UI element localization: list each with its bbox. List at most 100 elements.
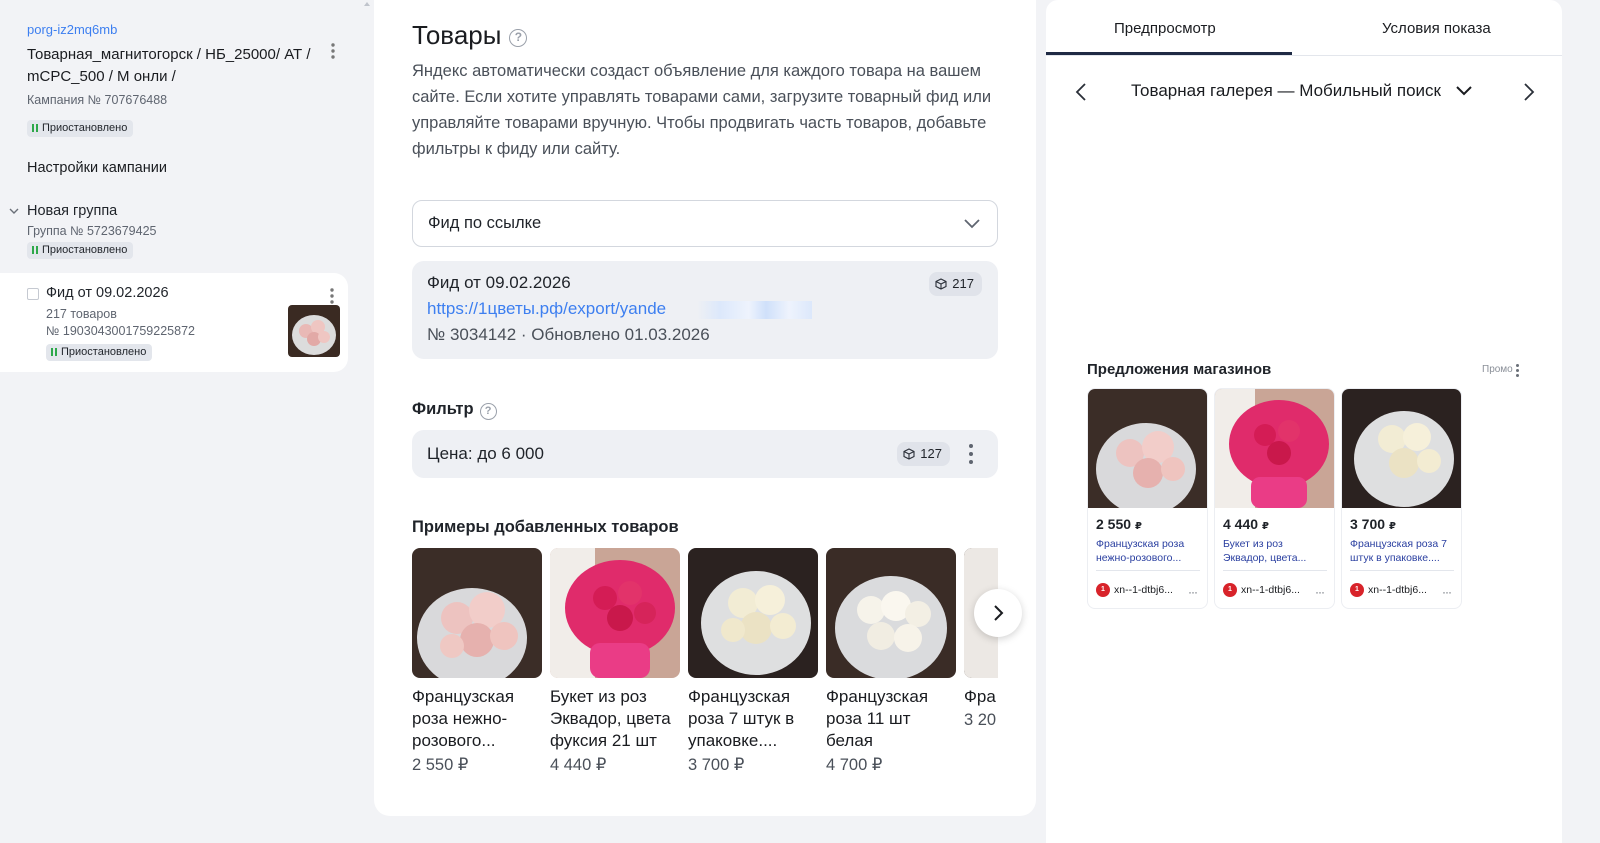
offer-more-icon[interactable]: ··· [1442,585,1452,599]
chevron-right-icon [994,605,1004,621]
feed-title: Фид от 09.02.2026 [427,273,571,292]
divider [1096,570,1200,571]
product-name: Французская роза 11 шт белая [826,687,929,750]
offer-price: 4 440 ₽ [1223,516,1269,532]
offer-price-value: 4 440 [1223,516,1259,532]
divider [1350,570,1454,571]
feed-status-badge: Приостановлено [46,344,153,361]
product-source-value: Фид по ссылке [428,214,542,232]
products-panel: Товары? Яндекс автоматически создаст объ… [374,0,1036,816]
shop-logo-icon: 1 [1096,583,1110,597]
redacted-url-region [697,301,812,319]
filter-product-count-badge: 127 [897,442,950,466]
examples-carousel: Французская роза нежно-розового... 2 550… [412,548,998,788]
account-login-link[interactable]: porg-iz2mq6mb [27,22,347,38]
chevron-left-icon[interactable] [1072,82,1092,102]
help-icon[interactable]: ? [509,29,528,47]
feed-product-count: 217 [952,276,974,291]
help-icon[interactable]: ? [479,403,497,420]
campaign-status-text: Приостановлено [42,122,128,134]
promo-label: Промо [1482,364,1513,375]
feed-item-title[interactable]: Фид от 09.02.2026 [46,285,169,301]
carousel-next-button[interactable] [974,589,1022,637]
pause-icon [32,246,38,254]
product-image [550,548,680,678]
group-number: Группа № 5723679425 [27,224,157,238]
campaign-number: Кампания № 707676488 [27,93,168,107]
product-name: Французская роза нежно-розового... [412,687,515,750]
feed-info-card[interactable]: Фид от 09.02.2026 https://1цветы.рф/expo… [412,261,998,359]
product-name: Букет из роз Эквадор, цвета фуксия 21 шт [550,687,671,750]
campaign-header: porg-iz2mq6mb Товарная_магнитогорск / НБ… [27,22,347,137]
promo-more-icon[interactable] [1516,364,1520,379]
product-price: 3 20 [964,711,997,729]
feed-checkbox[interactable] [27,288,39,300]
filter-item[interactable]: Цена: до 6 000 127 [412,430,998,478]
shop-logo-icon: 1 [1350,583,1364,597]
example-product-card[interactable]: Букет из роз Эквадор, цвета фуксия 21 шт… [550,548,680,775]
product-image [826,548,956,678]
divider [1223,570,1327,571]
offer-shop-name: xn--1-dtbj6... [1368,584,1427,596]
product-price: 4 700 ₽ [826,756,883,774]
offer-more-icon[interactable]: ··· [1315,585,1325,599]
feed-item-number: № 1903043001759225872 [46,324,195,338]
offer-name: Французская роза нежно-розового... [1096,538,1185,564]
chevron-down-icon [964,219,980,229]
filter-heading: Фильтр? [412,400,497,420]
feed-item-card[interactable]: Фид от 09.02.2026 217 товаров № 19030430… [0,273,348,372]
page-title-text: Товары [412,20,502,50]
offer-card[interactable]: 3 700 ₽ Французская роза 7 штук в упаков… [1341,388,1462,609]
active-tab-indicator [1046,52,1292,55]
tab-preview[interactable]: Предпросмотр [1114,20,1216,37]
feed-more-icon[interactable] [329,287,335,305]
campaign-settings-link[interactable]: Настройки кампании [27,160,167,176]
sidebar-scrollbar[interactable] [362,0,372,843]
offer-shop: 1 xn--1-dtbj6... [1223,583,1300,597]
page-title: Товары? [412,20,528,51]
offer-card[interactable]: 4 440 ₽ Букет из роз Эквадор, цвета... 1… [1214,388,1335,609]
product-source-select[interactable]: Фид по ссылке [412,200,998,247]
offer-shop-name: xn--1-dtbj6... [1114,584,1173,596]
filter-heading-text: Фильтр [412,400,474,418]
feed-item-count: 217 товаров [46,307,117,321]
filter-more-icon[interactable] [968,444,974,464]
offer-card[interactable]: 2 550 ₽ Французская роза нежно-розового.… [1087,388,1208,609]
offer-image [1088,389,1207,515]
shop-logo-icon: 1 [1223,583,1237,597]
offer-price-value: 3 700 [1350,516,1386,532]
offer-image [1342,389,1461,508]
offer-more-icon[interactable]: ··· [1188,585,1198,599]
offer-name: Французская роза 7 штук в упаковке.... [1350,538,1447,564]
campaign-status-badge: Приостановлено [27,120,134,137]
example-product-card[interactable]: Фра розы «Ни 3 20 [964,548,998,730]
filter-label: Цена: до 6 000 [427,444,544,463]
format-title[interactable]: Товарная галерея — Мобильный поиск [1131,81,1441,101]
campaign-more-icon[interactable] [329,42,337,60]
product-name: Фра розы «Ни [964,687,998,706]
example-product-card[interactable]: Французская роза нежно-розового... 2 550… [412,548,542,775]
campaign-name[interactable]: Товарная_магнитогорск / НБ_25000/ АТ / m… [27,44,327,88]
preview-tabs: Предпросмотр Условия показа [1046,0,1562,56]
preview-panel: Предпросмотр Условия показа Товарная гал… [1046,0,1562,843]
examples-heading: Примеры добавленных товаров [412,518,679,536]
offer-name: Букет из роз Эквадор, цвета... [1223,538,1307,564]
offer-price: 3 700 ₽ [1350,516,1396,532]
format-switcher: Товарная галерея — Мобильный поиск [1046,76,1562,108]
cube-icon [935,278,947,290]
currency-label: ₽ [1134,521,1142,532]
chevron-right-icon[interactable] [1518,82,1538,102]
example-product-card[interactable]: Французская роза 11 шт белая 4 700 ₽ [826,548,956,775]
chevron-down-icon[interactable] [8,205,20,217]
chevron-down-icon[interactable] [1454,84,1474,98]
offer-price-value: 2 550 [1096,516,1132,532]
currency-label: ₽ [1261,521,1269,532]
ad-group-item[interactable]: Новая группа Группа № 5723679425 Приоста… [8,202,348,259]
group-status-text: Приостановлено [42,244,128,256]
example-product-card[interactable]: Французская роза 7 штук в упаковке.... 3… [688,548,818,775]
campaign-sidebar: porg-iz2mq6mb Товарная_магнитогорск / НБ… [0,0,370,843]
filter-product-count: 127 [920,446,942,461]
tab-display-conditions[interactable]: Условия показа [1382,20,1491,37]
product-image [412,548,542,678]
group-title[interactable]: Новая группа [27,202,348,220]
